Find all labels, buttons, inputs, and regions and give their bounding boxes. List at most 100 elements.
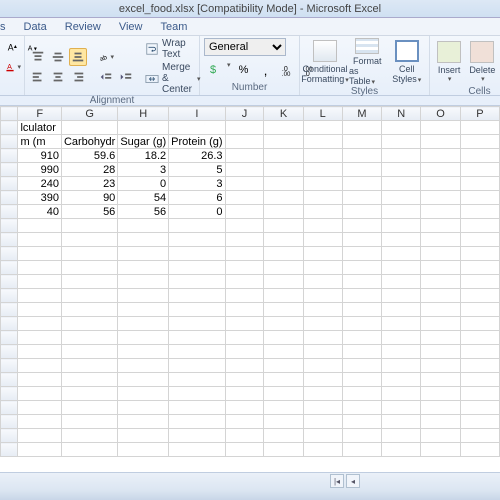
cell[interactable]	[18, 359, 62, 373]
cell[interactable]	[118, 233, 169, 247]
cell[interactable]: 0	[169, 205, 225, 219]
cell[interactable]	[264, 429, 303, 443]
cell[interactable]	[264, 205, 303, 219]
cell[interactable]	[61, 233, 117, 247]
cell[interactable]	[342, 135, 381, 149]
cell[interactable]	[421, 163, 460, 177]
cell[interactable]	[264, 443, 303, 457]
cell[interactable]	[303, 191, 342, 205]
cell[interactable]	[303, 247, 342, 261]
cell[interactable]	[264, 359, 303, 373]
cell[interactable]	[303, 121, 342, 135]
cell[interactable]	[303, 415, 342, 429]
accounting-format-button[interactable]: $	[204, 61, 222, 79]
cell[interactable]	[382, 247, 421, 261]
cell[interactable]	[421, 275, 460, 289]
row-header[interactable]	[1, 443, 18, 457]
cell[interactable]	[61, 219, 117, 233]
cell[interactable]	[61, 429, 117, 443]
cell[interactable]	[460, 345, 499, 359]
cell[interactable]: 990	[18, 163, 62, 177]
cell[interactable]	[264, 387, 303, 401]
cell[interactable]	[342, 163, 381, 177]
cell[interactable]	[382, 149, 421, 163]
cell[interactable]	[264, 121, 303, 135]
row-header[interactable]	[1, 387, 18, 401]
cell[interactable]	[61, 415, 117, 429]
conditional-formatting-button[interactable]: Conditional Formatting▾	[304, 38, 346, 86]
cell[interactable]	[169, 317, 225, 331]
cell[interactable]	[421, 177, 460, 191]
cell[interactable]	[382, 233, 421, 247]
cell[interactable]	[382, 401, 421, 415]
cell[interactable]	[303, 289, 342, 303]
cell[interactable]	[421, 261, 460, 275]
cell[interactable]	[264, 345, 303, 359]
cell[interactable]	[460, 205, 499, 219]
cell[interactable]	[118, 317, 169, 331]
cell[interactable]	[18, 415, 62, 429]
row-header[interactable]	[1, 121, 18, 135]
percent-format-button[interactable]: %	[235, 61, 253, 79]
cell[interactable]	[225, 289, 264, 303]
cell[interactable]	[342, 443, 381, 457]
cell[interactable]: 26.3	[169, 149, 225, 163]
cell[interactable]	[225, 415, 264, 429]
cell[interactable]: Carbohydr	[61, 135, 117, 149]
cell[interactable]	[225, 387, 264, 401]
align-right-button[interactable]	[69, 68, 87, 86]
cell[interactable]: 18.2	[118, 149, 169, 163]
cell[interactable]	[169, 443, 225, 457]
cell[interactable]	[303, 149, 342, 163]
cell[interactable]: 240	[18, 177, 62, 191]
cell[interactable]	[61, 275, 117, 289]
row-header[interactable]	[1, 331, 18, 345]
cell[interactable]	[225, 429, 264, 443]
grow-font-button[interactable]: A▴	[4, 38, 22, 56]
cell[interactable]: 23	[61, 177, 117, 191]
col-header[interactable]: J	[225, 107, 264, 121]
cell[interactable]	[460, 177, 499, 191]
cell[interactable]	[169, 429, 225, 443]
cell[interactable]	[118, 289, 169, 303]
row-header[interactable]	[1, 177, 18, 191]
cell[interactable]	[225, 275, 264, 289]
cell[interactable]	[118, 359, 169, 373]
cell[interactable]	[342, 373, 381, 387]
row-header[interactable]	[1, 261, 18, 275]
cell[interactable]	[342, 345, 381, 359]
cell[interactable]	[61, 387, 117, 401]
cell[interactable]	[225, 401, 264, 415]
row-header[interactable]	[1, 359, 18, 373]
cell[interactable]	[342, 149, 381, 163]
align-left-button[interactable]	[29, 68, 47, 86]
cell[interactable]	[61, 121, 117, 135]
cell[interactable]	[421, 303, 460, 317]
cell[interactable]: 90	[61, 191, 117, 205]
cell[interactable]	[460, 415, 499, 429]
align-middle-button[interactable]	[49, 48, 67, 66]
cell[interactable]	[421, 387, 460, 401]
cell[interactable]	[460, 149, 499, 163]
cell[interactable]	[342, 261, 381, 275]
cell[interactable]	[421, 401, 460, 415]
tab-review[interactable]: Review	[65, 21, 101, 33]
cell[interactable]	[225, 359, 264, 373]
cell[interactable]	[264, 247, 303, 261]
row-header[interactable]	[1, 373, 18, 387]
cell[interactable]	[264, 317, 303, 331]
cell[interactable]	[382, 205, 421, 219]
cell[interactable]	[264, 135, 303, 149]
cell[interactable]	[342, 121, 381, 135]
sheet-nav-prev[interactable]: ◂	[346, 474, 360, 488]
col-header[interactable]: F	[18, 107, 62, 121]
cell[interactable]	[264, 261, 303, 275]
cell-styles-button[interactable]: Cell Styles▾	[389, 38, 426, 86]
cell[interactable]	[225, 163, 264, 177]
orientation-button[interactable]: ab▾	[97, 48, 115, 66]
cell[interactable]	[169, 345, 225, 359]
cell[interactable]	[169, 387, 225, 401]
cell[interactable]	[342, 317, 381, 331]
increase-decimal-button[interactable]: .0.00	[279, 61, 297, 79]
cell[interactable]	[169, 373, 225, 387]
